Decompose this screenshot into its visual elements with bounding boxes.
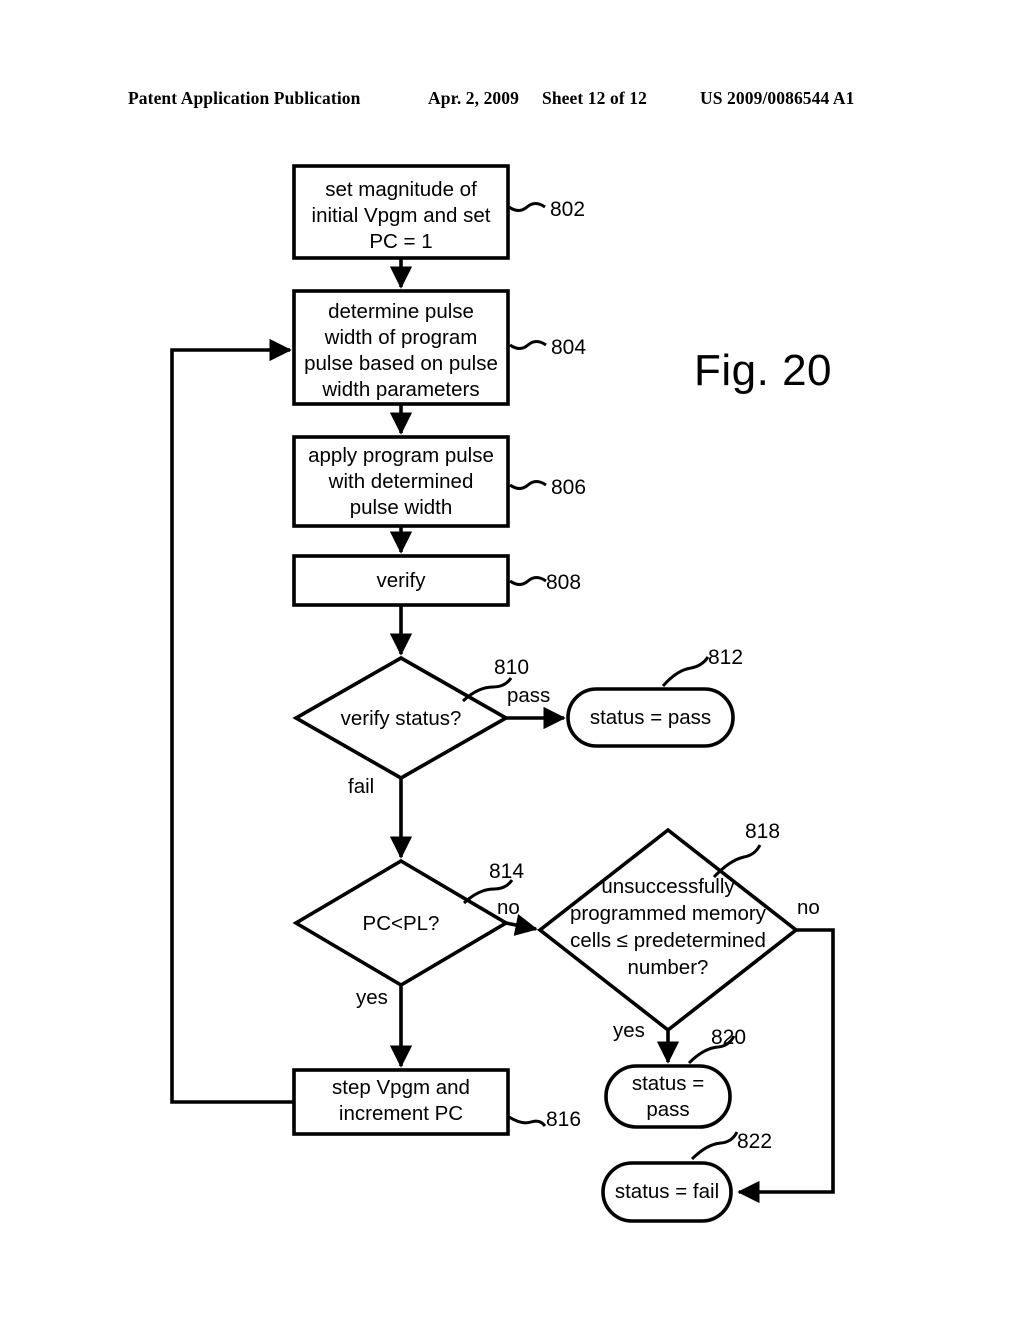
node-822-shape bbox=[601, 1161, 733, 1223]
flowchart-canvas bbox=[170, 164, 835, 1223]
edge-814-no-to-818 bbox=[505, 914, 538, 936]
leader-802 bbox=[508, 202, 546, 212]
leader-818 bbox=[712, 844, 762, 879]
node-806-shape bbox=[292, 435, 510, 528]
node-818-shape bbox=[537, 827, 799, 1033]
leader-808 bbox=[509, 576, 547, 586]
node-802-shape bbox=[292, 164, 510, 260]
leader-814 bbox=[462, 879, 514, 905]
leader-816 bbox=[508, 1115, 547, 1127]
leader-806 bbox=[509, 480, 547, 490]
patent-figure-page: Patent Application Publication Apr. 2, 2… bbox=[0, 0, 1024, 1320]
node-810-shape bbox=[292, 655, 510, 781]
node-808-shape bbox=[292, 554, 510, 607]
node-820-shape bbox=[604, 1064, 732, 1129]
leader-812 bbox=[661, 656, 710, 687]
leader-804 bbox=[509, 340, 547, 350]
edge-816-to-804-feedback bbox=[170, 338, 294, 1104]
edge-818-no-to-822 bbox=[737, 928, 835, 1204]
node-812-shape bbox=[566, 687, 735, 748]
leader-822 bbox=[690, 1131, 739, 1161]
leader-820 bbox=[687, 1035, 736, 1065]
node-814-shape bbox=[292, 858, 510, 988]
node-804-shape bbox=[292, 289, 510, 406]
node-816-shape bbox=[292, 1068, 510, 1136]
